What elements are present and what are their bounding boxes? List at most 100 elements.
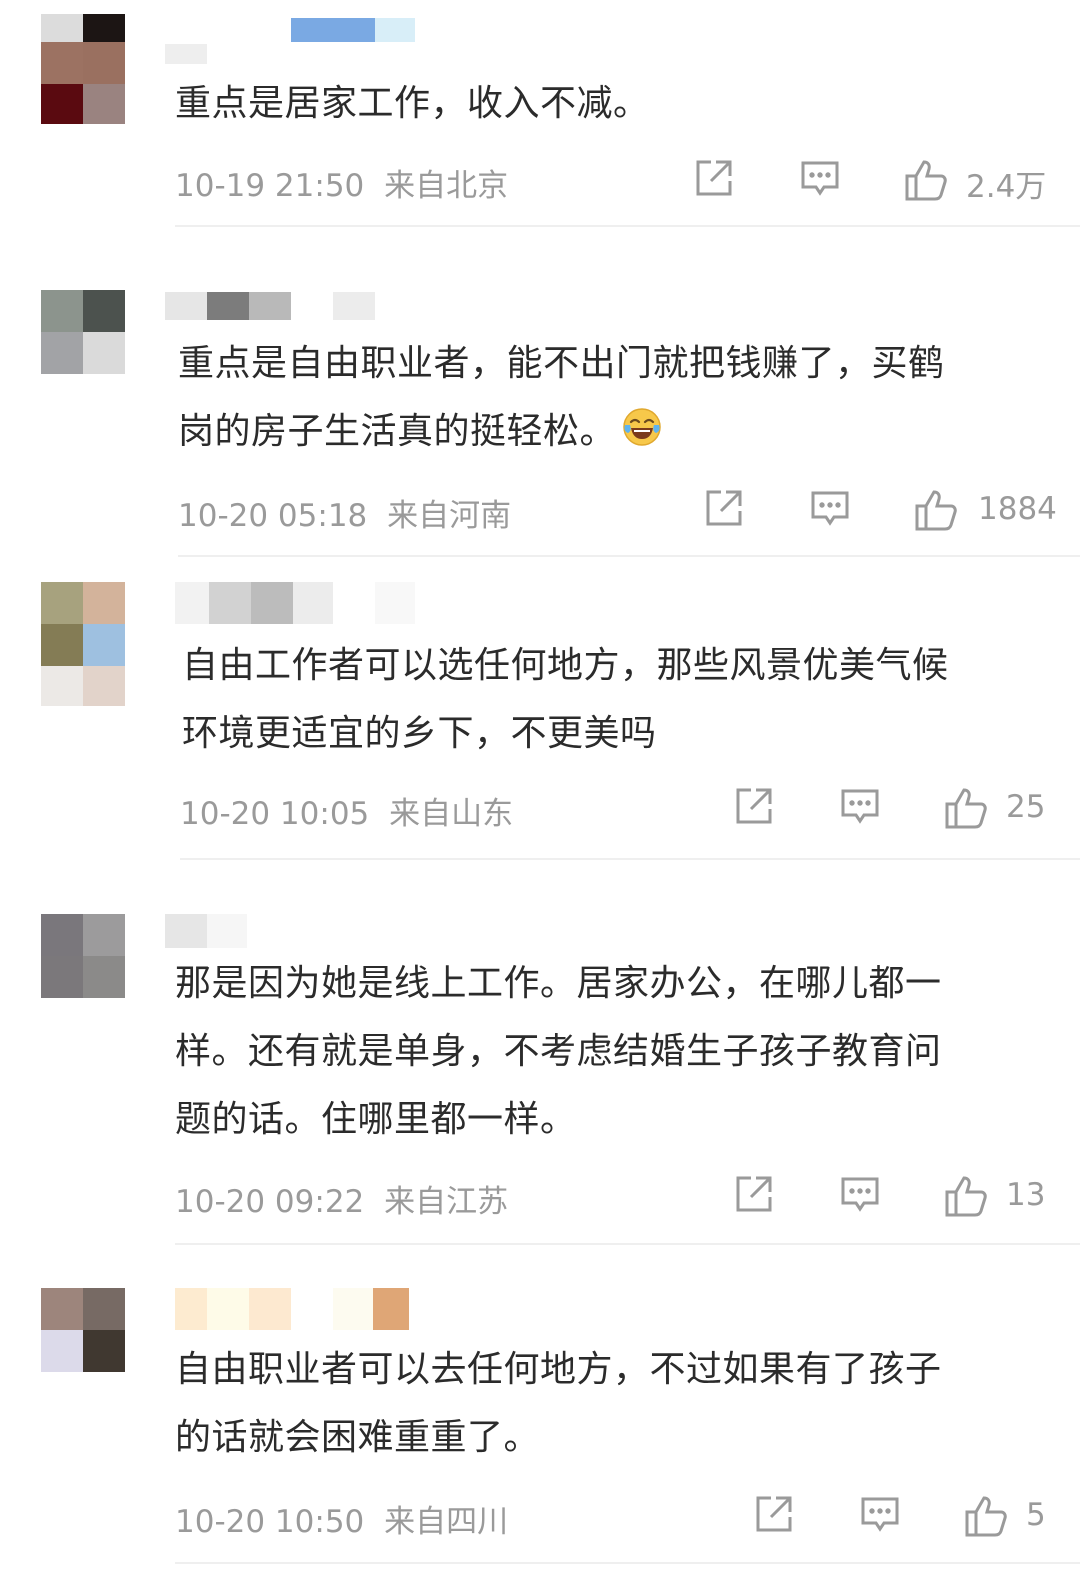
avatar-pixel [83, 1330, 125, 1372]
name-blur-block [209, 582, 251, 624]
comment-line: 重点是居家工作，收入不减。 [175, 83, 650, 124]
avatar-pixel [41, 290, 83, 332]
like-count: 1884 [978, 491, 1057, 527]
avatar-pixel [41, 666, 83, 706]
share-icon[interactable] [704, 488, 744, 528]
like-count: 5 [1026, 1497, 1046, 1533]
name-blur-block [207, 914, 247, 948]
avatar-pixel [83, 1288, 125, 1330]
comment-line: 题的话。住哪里都一样。 [175, 1099, 577, 1140]
avatar-pixel [83, 914, 125, 956]
avatar-pixel [83, 42, 125, 84]
comment-icon[interactable] [810, 488, 850, 528]
comment-time: 10-19 21:50 [175, 168, 365, 204]
comment-line: 重点是自由职业者，能不出门就把钱赚了，买鹤 [178, 343, 945, 384]
avatar-pixel [41, 14, 83, 42]
avatar-pixel [41, 1288, 83, 1330]
comment-line-text: 岗的房子生活真的挺轻松。 [178, 411, 617, 452]
avatar-pixel [83, 666, 125, 706]
comment-actions: 25 [730, 786, 1080, 830]
name-blur-block [165, 914, 207, 948]
share-icon[interactable] [734, 786, 774, 826]
name-blur-block [207, 292, 249, 320]
thumbs-up-icon[interactable] [944, 786, 988, 830]
divider [180, 858, 1080, 860]
comment-line: 样。还有就是单身，不考虑结婚生子孩子教育问 [175, 1031, 942, 1072]
divider [175, 1243, 1080, 1245]
share-icon[interactable] [694, 158, 734, 198]
username-blurred[interactable] [165, 292, 425, 320]
comment-location: 来自河南 [387, 498, 512, 534]
username-blurred[interactable] [175, 582, 435, 624]
comment-location: 来自山东 [389, 796, 514, 832]
avatar-pixel [83, 84, 125, 124]
comment-time: 10-20 10:05 [180, 796, 370, 832]
name-blur-block [375, 18, 415, 42]
divider [175, 225, 1080, 227]
avatar[interactable] [41, 914, 125, 998]
avatar-pixel [83, 624, 125, 666]
divider [178, 555, 1080, 557]
comment-meta: 10-20 10:05 来自山东 [180, 788, 513, 833]
comment-line: 自由工作者可以选任何地方，那些风景优美气候 [182, 645, 949, 686]
name-blur-block [291, 18, 375, 42]
name-blur-block [333, 1288, 373, 1330]
avatar-pixel [83, 14, 125, 42]
comment-actions: 13 [730, 1174, 1080, 1218]
comment-line: 自由职业者可以去任何地方，不过如果有了孩子 [175, 1349, 942, 1390]
comment-actions: 1884 [700, 488, 1080, 532]
comment-time: 10-20 05:18 [178, 498, 368, 534]
avatar[interactable] [41, 14, 125, 124]
comment-icon[interactable] [800, 158, 840, 198]
comment-text: 重点是自由职业者，能不出门就把钱赚了，买鹤 岗的房子生活真的挺轻松。 [178, 330, 945, 466]
comment-time: 10-20 09:22 [175, 1184, 365, 1220]
comment-time: 10-20 10:50 [175, 1504, 365, 1540]
name-blur-block [175, 582, 209, 624]
comment-actions: 2.4万 [690, 158, 1080, 205]
comment-icon[interactable] [840, 1174, 880, 1214]
avatar-pixel [83, 332, 125, 374]
avatar-pixel [41, 956, 83, 998]
share-icon[interactable] [754, 1494, 794, 1534]
comment-icon[interactable] [840, 786, 880, 826]
avatar-pixel [41, 1330, 83, 1372]
thumbs-up-icon[interactable] [944, 1174, 988, 1218]
comment-meta: 10-19 21:50 来自北京 [175, 160, 508, 205]
avatar[interactable] [41, 582, 125, 706]
like-count: 25 [1006, 789, 1046, 825]
thumbs-up-icon[interactable] [914, 488, 958, 532]
comment-text: 那是因为她是线上工作。居家办公，在哪儿都一 样。还有就是单身，不考虑结婚生子孩子… [175, 950, 942, 1154]
username-blurred[interactable] [165, 18, 425, 64]
avatar[interactable] [41, 290, 125, 374]
avatar-pixel [83, 290, 125, 332]
username-blurred[interactable] [165, 914, 285, 948]
comment-location: 来自江苏 [384, 1184, 509, 1220]
avatar-pixel [41, 332, 83, 374]
comment-line: 的话就会困难重重了。 [175, 1417, 541, 1458]
avatar-pixel [41, 582, 83, 624]
share-icon[interactable] [734, 1174, 774, 1214]
username-blurred[interactable] [175, 1288, 415, 1330]
comment-location: 来自四川 [384, 1504, 509, 1540]
like-count: 13 [1006, 1177, 1046, 1213]
avatar-pixel [83, 956, 125, 998]
avatar-pixel [41, 914, 83, 956]
comment-text: 自由工作者可以选任何地方，那些风景优美气候 环境更适宜的乡下，不更美吗 [182, 632, 949, 768]
avatar-pixel [41, 84, 83, 124]
avatar-pixel [83, 582, 125, 624]
name-blur-block [375, 582, 415, 624]
name-blur-block [165, 292, 207, 320]
comment-line: 环境更适宜的乡下，不更美吗 [182, 713, 657, 754]
name-blur-block [373, 1288, 409, 1330]
name-blur-block [165, 44, 207, 64]
thumbs-up-icon[interactable] [904, 158, 948, 202]
comment-meta: 10-20 05:18 来自河南 [178, 490, 511, 535]
comment-icon[interactable] [860, 1494, 900, 1534]
avatar[interactable] [41, 1288, 125, 1372]
thumbs-up-icon[interactable] [964, 1494, 1008, 1538]
comment-meta: 10-20 09:22 来自江苏 [175, 1176, 508, 1221]
comment-text: 重点是居家工作，收入不减。 [175, 70, 650, 138]
name-blur-block [333, 292, 375, 320]
name-blur-block [207, 1288, 249, 1330]
laughing-tears-emoji-icon [623, 408, 661, 446]
